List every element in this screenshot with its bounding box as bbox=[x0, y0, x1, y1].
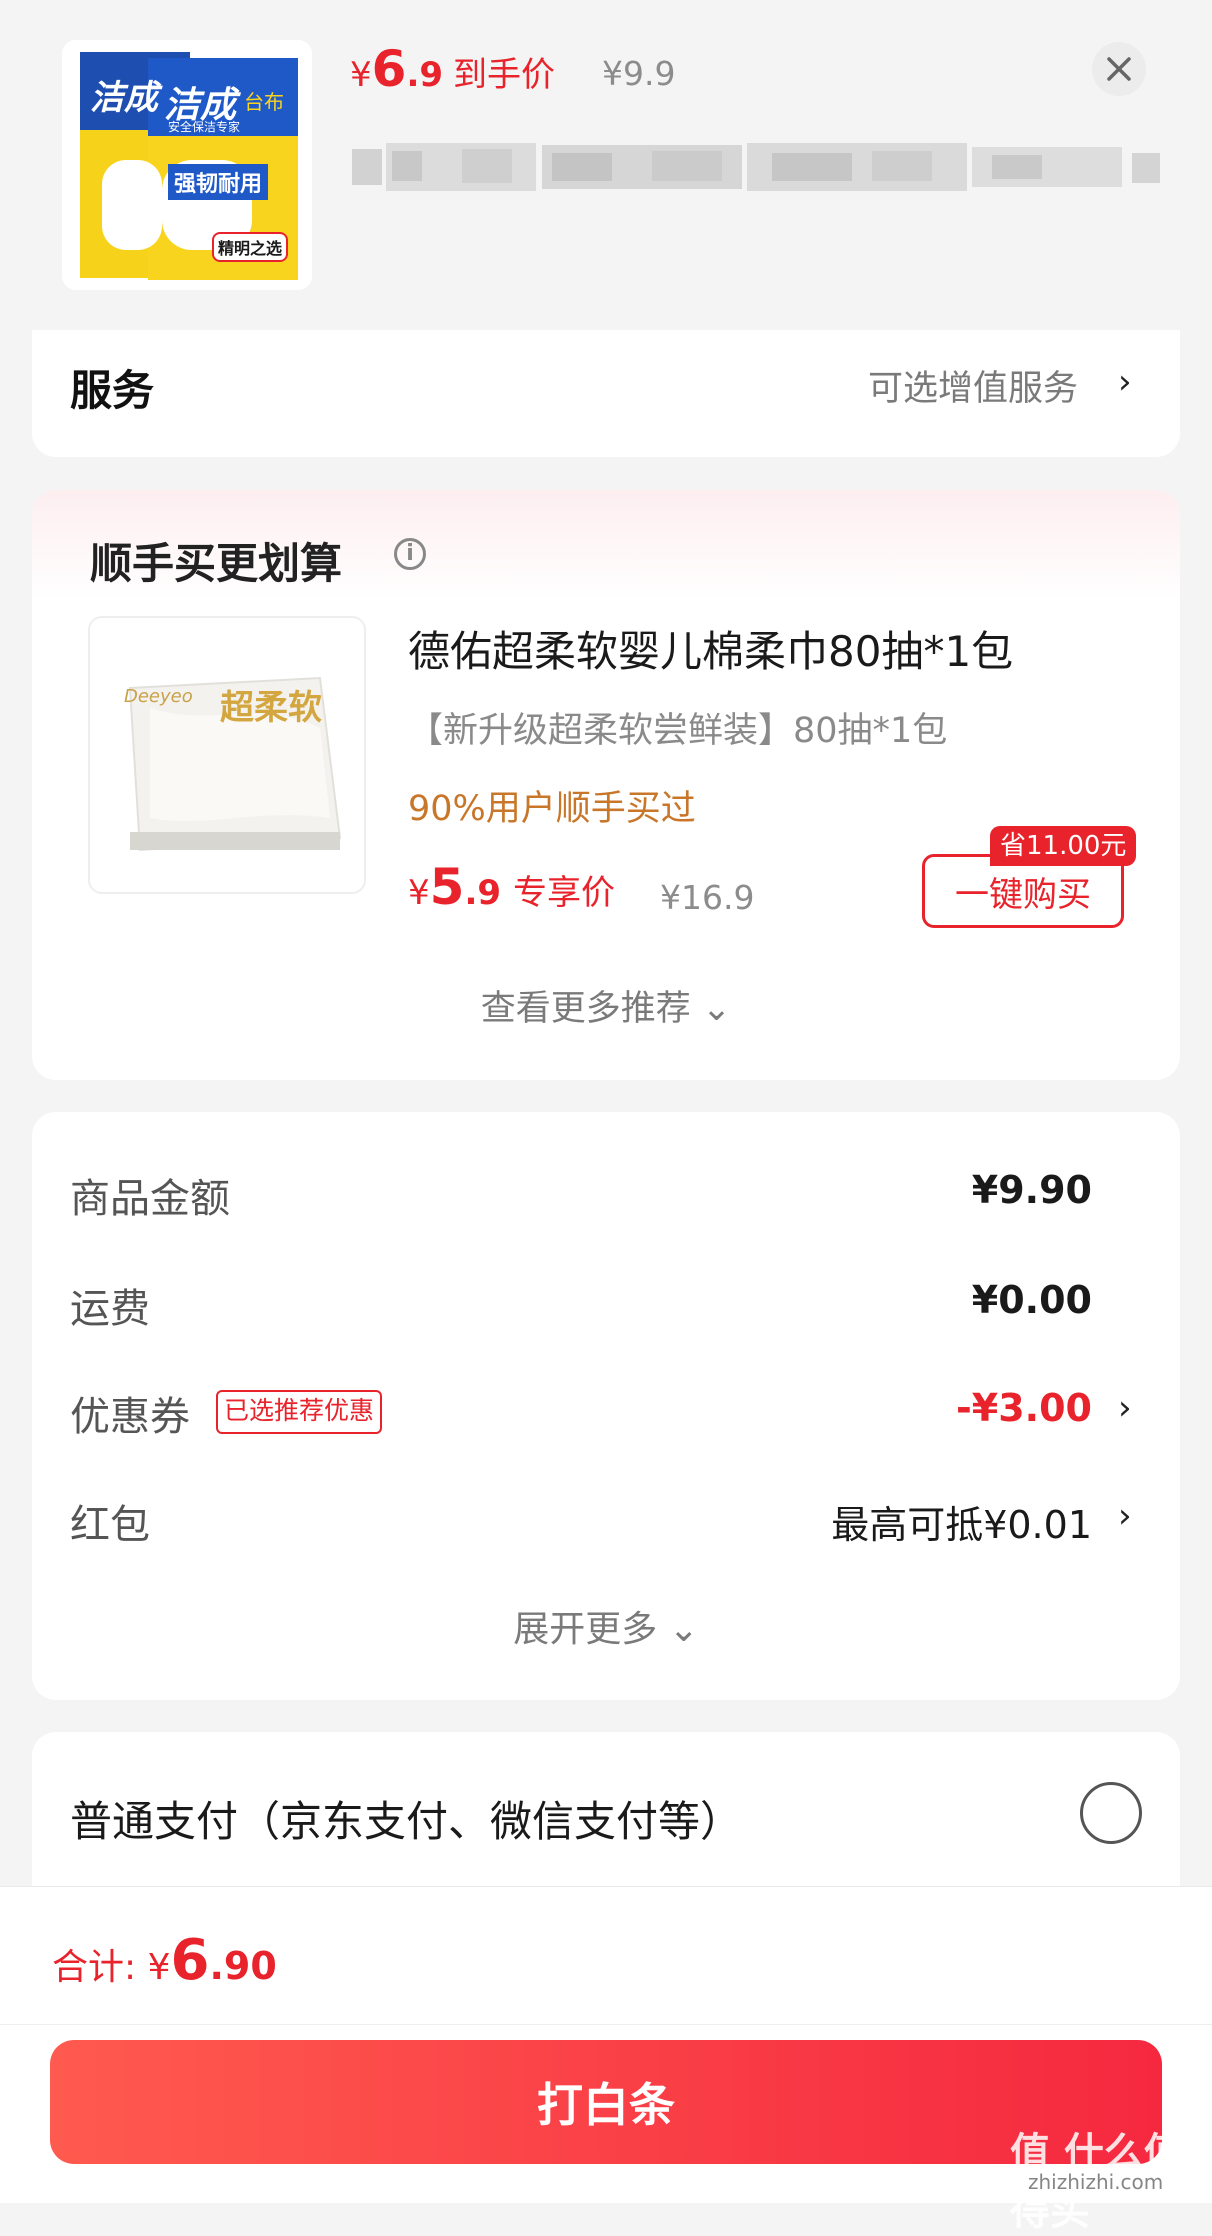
product-image-subbrand: 台布 bbox=[244, 90, 284, 114]
blurred-product-title bbox=[352, 143, 1160, 191]
divider bbox=[0, 2024, 1212, 2025]
final-price: ¥6.9 到手价 bbox=[350, 40, 555, 98]
product-image-feature: 强韧耐用 bbox=[168, 164, 269, 200]
recommend-price: ¥5.9 专享价 bbox=[408, 858, 615, 916]
recommend-sold-text: 90%用户顺手买过 bbox=[408, 789, 696, 829]
price-int: 6 bbox=[371, 40, 407, 98]
normal-payment-radio[interactable] bbox=[1080, 1782, 1142, 1844]
total-dec: .90 bbox=[209, 1944, 277, 1988]
normal-payment-label[interactable]: 普通支付（京东支付、微信支付等） bbox=[70, 1788, 742, 1849]
expand-more-link[interactable]: 展开更多 ⌄ bbox=[0, 1600, 1212, 1652]
close-button[interactable] bbox=[1092, 42, 1146, 96]
red-packet-label[interactable]: 红包 bbox=[70, 1492, 150, 1550]
product-thumbnail[interactable]: 洁成 洁成 台布 安全保洁专家 强韧耐用 精明之选 bbox=[62, 40, 312, 290]
price-label: 专享价 bbox=[513, 873, 616, 913]
coupon-label[interactable]: 优惠券 bbox=[70, 1384, 190, 1442]
price-dec: .9 bbox=[406, 55, 444, 95]
shipping-label: 运费 bbox=[70, 1286, 150, 1332]
service-title: 服务 bbox=[70, 366, 155, 415]
chevron-right-icon: › bbox=[1118, 362, 1132, 402]
close-icon bbox=[1107, 57, 1131, 81]
product-image-tagline: 安全保洁专家 bbox=[168, 120, 241, 134]
recommend-image-brand: Deeyeo bbox=[124, 686, 193, 707]
total-symbol: ¥ bbox=[147, 1947, 171, 1988]
more-recommendations-link[interactable]: 查看更多推荐 ⌄ bbox=[0, 980, 1212, 1031]
recommend-product-thumbnail[interactable]: Deeyeo 超柔软 bbox=[88, 616, 366, 894]
price-int: 5 bbox=[429, 858, 465, 916]
price-label: 到手价 bbox=[453, 55, 556, 95]
goods-amount-label: 商品金额 bbox=[70, 1176, 230, 1222]
savings-badge: 省11.00元 bbox=[990, 826, 1137, 866]
product-image-badge: 精明之选 bbox=[212, 232, 289, 262]
price-symbol: ¥ bbox=[408, 873, 430, 913]
chevron-right-icon: › bbox=[1118, 1388, 1132, 1428]
value-added-service-link[interactable]: 可选增值服务 bbox=[868, 360, 1078, 411]
recommend-product-image bbox=[90, 618, 364, 892]
total-int: 6 bbox=[170, 1928, 210, 1993]
watermark-url: zhizhizhi.com bbox=[1028, 2170, 1164, 2194]
original-price: ¥9.9 bbox=[602, 54, 676, 93]
info-icon[interactable]: i bbox=[394, 538, 426, 570]
recommend-title: 顺手买更划算 bbox=[90, 539, 343, 588]
red-packet-value[interactable]: 最高可抵¥0.01 bbox=[831, 1494, 1092, 1549]
product-image-brand-back: 洁成 bbox=[90, 78, 158, 118]
shipping-value: ¥0.00 bbox=[971, 1278, 1092, 1322]
recommend-original-price: ¥16.9 bbox=[660, 878, 755, 917]
chevron-right-icon: › bbox=[1118, 1496, 1132, 1536]
goods-amount-value: ¥9.90 bbox=[971, 1168, 1092, 1212]
recommend-product-spec: 【新升级超柔软尝鲜装】80抽*1包 bbox=[408, 711, 948, 751]
pay-baitiao-button[interactable]: 打白条 bbox=[50, 2040, 1162, 2164]
coupon-recommended-tag: 已选推荐优惠 bbox=[216, 1390, 383, 1434]
recommend-image-text: 超柔软 bbox=[220, 688, 322, 728]
price-symbol: ¥ bbox=[350, 55, 372, 95]
coupon-value[interactable]: -¥3.00 bbox=[956, 1386, 1092, 1430]
order-total: 合计: ¥6.90 bbox=[52, 1928, 277, 1993]
total-label: 合计: bbox=[52, 1947, 148, 1988]
recommend-product-name[interactable]: 德佑超柔软婴儿棉柔巾80抽*1包 bbox=[408, 618, 1013, 679]
price-dec: .9 bbox=[464, 873, 502, 913]
